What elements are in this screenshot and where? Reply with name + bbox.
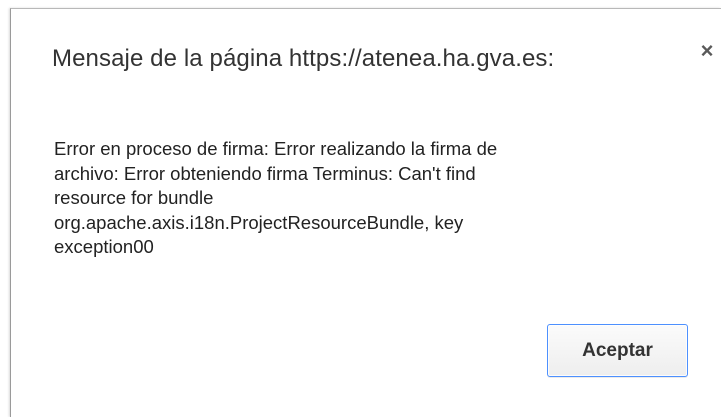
close-icon[interactable]: ×: [697, 40, 717, 62]
message-line: exception00: [54, 236, 154, 257]
message-line: archivo: Error obteniendo firma Terminus…: [54, 162, 476, 184]
page-canvas: Mensaje de la página https://atenea.ha.g…: [0, 0, 721, 417]
message-line: org.apache.axis.i18n.ProjectResourceBund…: [54, 211, 464, 233]
accept-button[interactable]: Aceptar: [547, 324, 688, 377]
dialog-title: Mensaje de la página https://atenea.ha.g…: [52, 45, 555, 72]
message-line: resource for bundle: [54, 187, 214, 208]
dialog-message: Error en proceso de firma: Error realiza…: [54, 137, 654, 260]
message-line: Error en proceso de firma: Error realiza…: [54, 138, 498, 159]
